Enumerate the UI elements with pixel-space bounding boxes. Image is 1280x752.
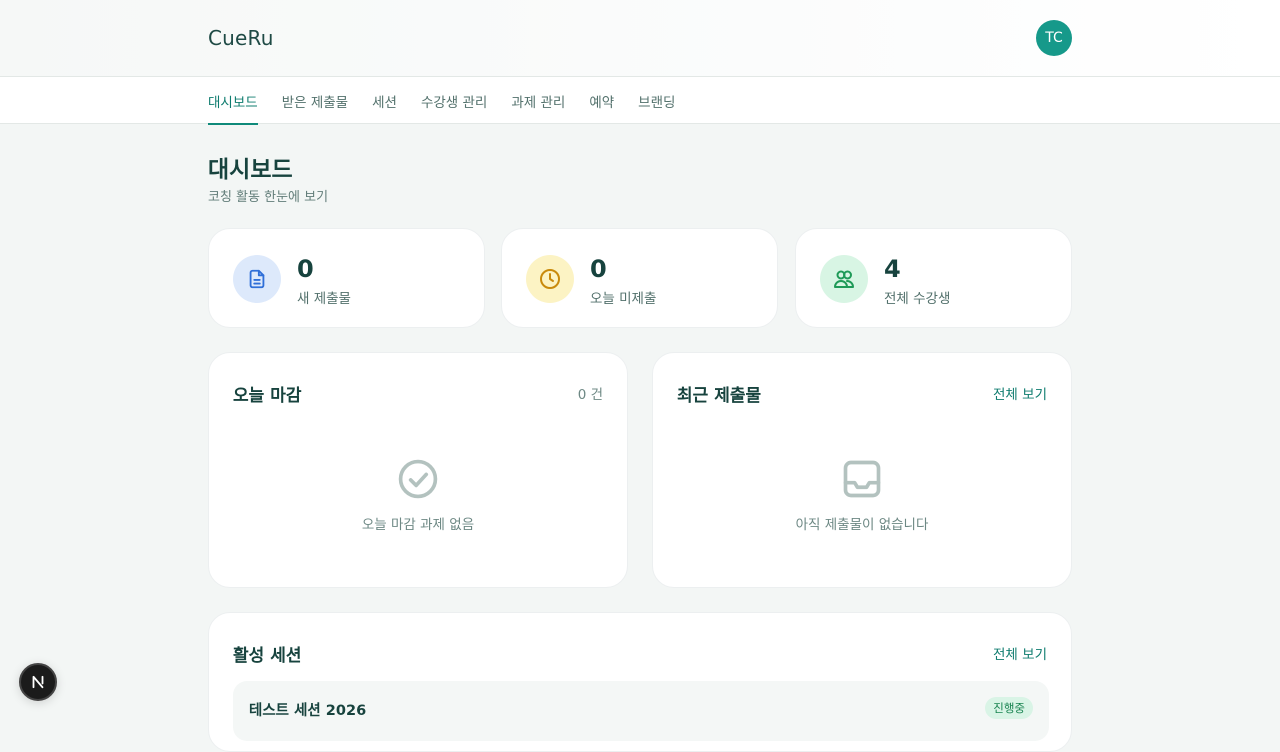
check-circle-icon	[209, 457, 627, 501]
clock-icon	[526, 255, 574, 303]
nextjs-logo-icon[interactable]	[19, 663, 57, 701]
tab-branding[interactable]: 브랜딩	[638, 77, 675, 124]
stat-card-not-submitted-today: 0 오늘 미제출	[501, 228, 778, 328]
tab-booking[interactable]: 예약	[589, 77, 614, 124]
today-deadline-panel: 오늘 마감 0 건 오늘 마감 과제 없음	[208, 352, 628, 588]
status-badge: 진행중	[985, 697, 1033, 719]
empty-state: 오늘 마감 과제 없음	[209, 457, 627, 533]
stat-label: 전체 수강생	[884, 291, 951, 307]
stat-card-new-submissions: 0 새 제출물	[208, 228, 485, 328]
tab-students[interactable]: 수강생 관리	[421, 77, 487, 124]
active-sessions-panel: 활성 세션 전체 보기 테스트 세션 2026 진행중	[208, 612, 1072, 752]
page-title: 대시보드	[208, 157, 293, 183]
view-all-submissions-link[interactable]: 전체 보기	[993, 383, 1047, 403]
inbox-icon	[653, 457, 1071, 501]
stat-value: 4	[884, 255, 901, 283]
session-name: 테스트 세션 2026	[249, 703, 367, 719]
tab-dashboard[interactable]: 대시보드	[208, 77, 258, 125]
tab-submissions[interactable]: 받은 제출물	[282, 77, 348, 124]
top-header: CueRu TC	[0, 0, 1280, 77]
stat-value: 0	[590, 255, 607, 283]
recent-submissions-panel: 최근 제출물 전체 보기 아직 제출물이 없습니다	[652, 352, 1072, 588]
stat-label: 새 제출물	[297, 291, 351, 307]
users-icon	[820, 255, 868, 303]
stat-label: 오늘 미제출	[590, 291, 657, 307]
document-icon	[233, 255, 281, 303]
panel-title: 활성 세션	[233, 646, 302, 666]
user-avatar[interactable]: TC	[1036, 20, 1072, 56]
tab-sessions[interactable]: 세션	[372, 77, 397, 124]
session-row[interactable]: 테스트 세션 2026 진행중	[233, 681, 1049, 741]
empty-text: 오늘 마감 과제 없음	[361, 517, 475, 533]
panel-title: 오늘 마감	[233, 386, 302, 406]
app-logo[interactable]: CueRu	[208, 26, 274, 50]
panel-title: 최근 제출물	[677, 386, 762, 406]
stat-card-total-students: 4 전체 수강생	[795, 228, 1072, 328]
deadline-count: 0 건	[577, 387, 603, 403]
empty-state: 아직 제출물이 없습니다	[653, 457, 1071, 533]
view-all-sessions-link[interactable]: 전체 보기	[993, 643, 1047, 663]
tab-assignments[interactable]: 과제 관리	[511, 77, 565, 124]
main-nav: 대시보드 받은 제출물 세션 수강생 관리 과제 관리 예약 브랜딩	[0, 77, 1280, 125]
empty-text: 아직 제출물이 없습니다	[795, 517, 929, 533]
stat-value: 0	[297, 255, 314, 283]
page-subtitle: 코칭 활동 한눈에 보기	[208, 190, 329, 205]
